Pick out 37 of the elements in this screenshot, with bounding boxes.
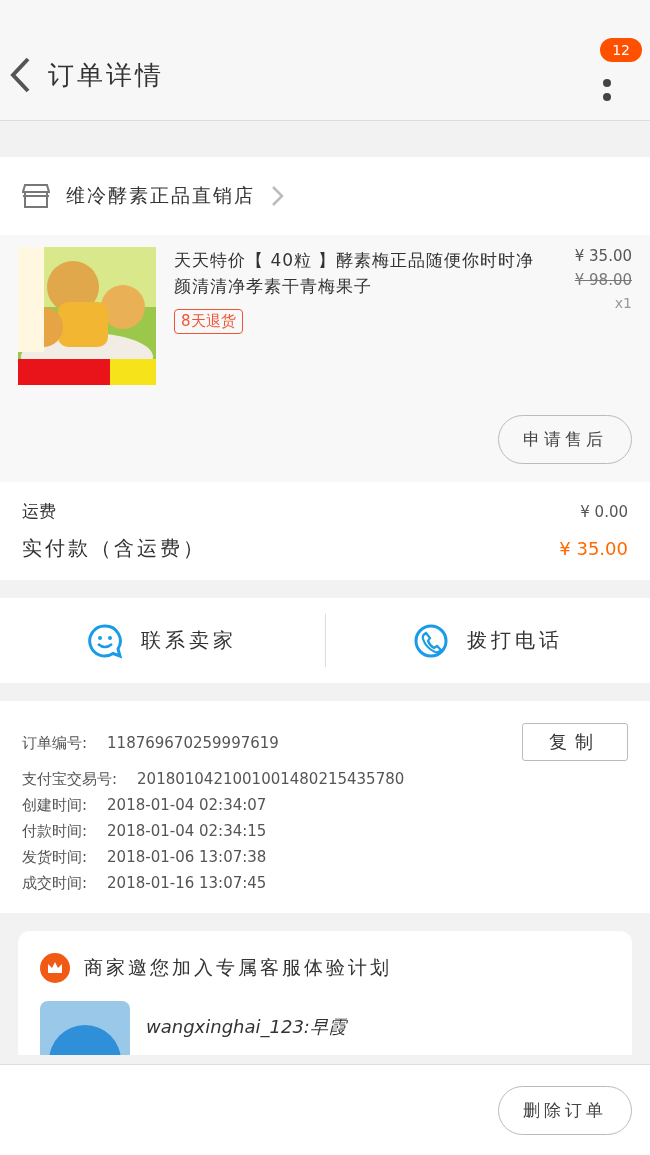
product-title[interactable]: 天天特价【 40粒 】酵素梅正品随便你时时净颜清清净孝素干青梅果子 xyxy=(174,247,550,299)
price: ¥ 35.00 xyxy=(574,247,632,265)
info-value: 118769670259997619 xyxy=(107,734,279,752)
phone-icon xyxy=(412,622,449,659)
page-title: 订单详情 xyxy=(48,58,164,92)
return-policy-tag: 8天退货 xyxy=(174,309,243,334)
original-price: ¥ 98.00 xyxy=(574,271,632,289)
info-label: 成交时间: xyxy=(22,873,88,893)
fee-label: 运费 xyxy=(22,500,56,523)
store-name[interactable]: 维冷酵素正品直销店 xyxy=(66,183,255,209)
contact-button[interactable]: 联系卖家 xyxy=(141,627,238,654)
notification-badge: 12 xyxy=(600,38,642,62)
crown-icon xyxy=(40,953,70,983)
info-label: 发货时间: xyxy=(22,847,88,867)
info-label: 创建时间: xyxy=(22,795,88,815)
info-label: 付款时间: xyxy=(22,821,88,841)
info-value: 2018-01-04 02:34:15 xyxy=(107,822,267,840)
info-value: 2018-01-16 13:07:45 xyxy=(107,874,267,892)
chat-icon xyxy=(87,622,124,659)
contact-button[interactable]: 拨打电话 xyxy=(466,627,563,654)
shop-icon xyxy=(22,183,50,209)
info-value: 2018-01-06 13:07:38 xyxy=(107,848,267,866)
quantity: x1 xyxy=(614,295,632,311)
chevron-icon xyxy=(271,185,285,207)
info-label: 订单编号: xyxy=(22,733,88,753)
fee-value: ¥ 0.00 xyxy=(580,502,628,521)
info-value: 2018010421001001480215435780 xyxy=(137,770,405,788)
delete-order-button[interactable]: 删除订单 xyxy=(498,1085,632,1135)
copy-button[interactable]: 复制 xyxy=(522,723,628,761)
fee-label: 实付款（含运费） xyxy=(22,535,206,562)
more-icon[interactable] xyxy=(602,78,612,102)
info-value: 2018-01-04 02:34:07 xyxy=(107,796,267,814)
promo-title: 商家邀您加入专属客服体验计划 xyxy=(84,955,392,980)
fee-value: ¥ 35.00 xyxy=(559,538,628,559)
info-label: 支付宝交易号: xyxy=(22,769,118,789)
account-name: wangxinghai_123:早霞 xyxy=(146,1015,346,1039)
after-sales-button[interactable]: 申请售后 xyxy=(498,415,632,464)
